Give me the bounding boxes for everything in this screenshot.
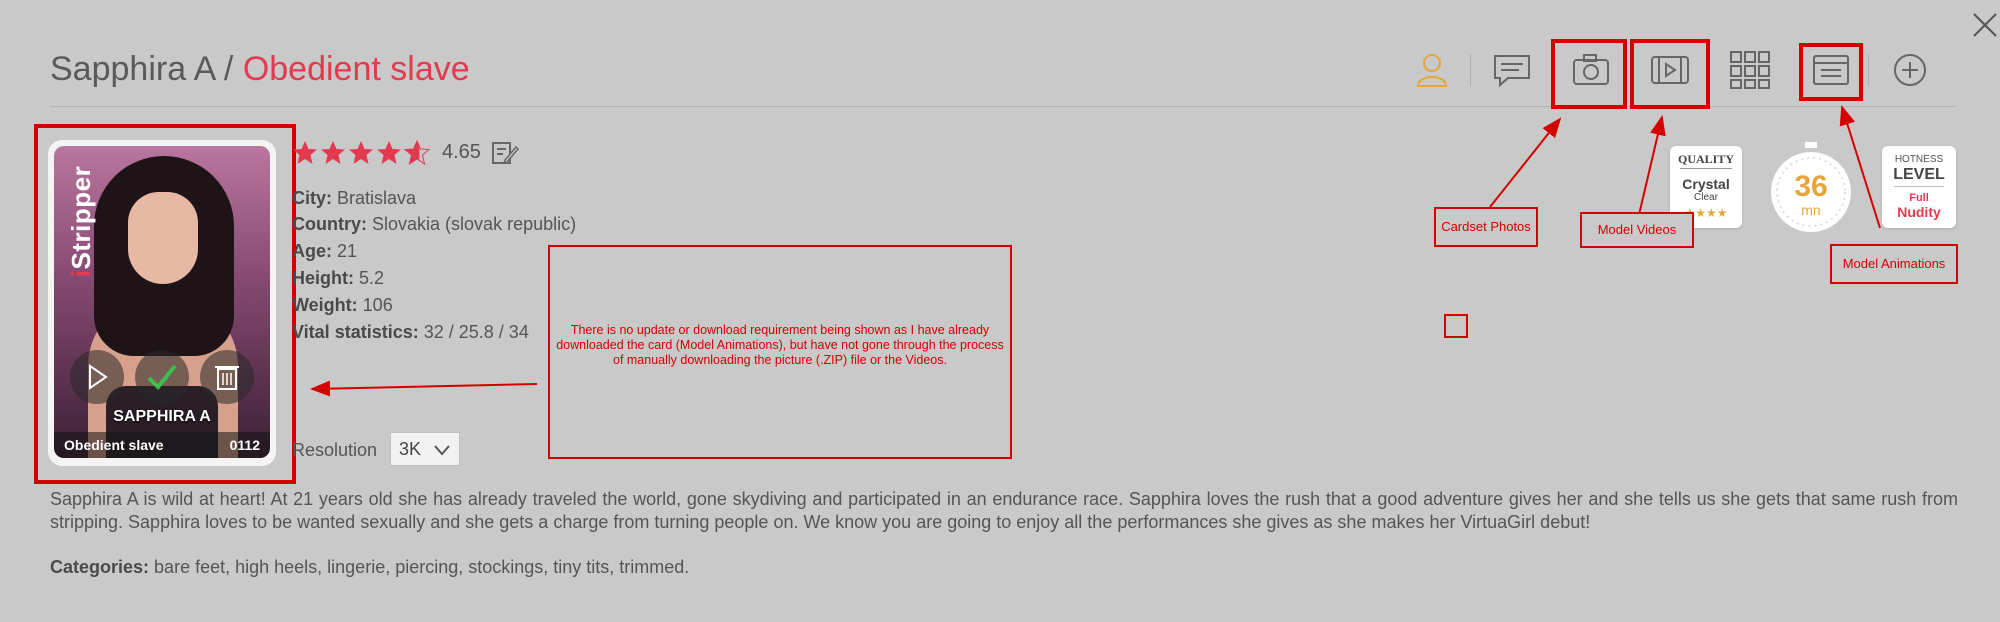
hotness-main: LEVEL bbox=[1893, 166, 1945, 183]
categories: Categories: bare feet, high heels, linge… bbox=[50, 557, 689, 578]
toolbar-separator bbox=[1868, 54, 1869, 86]
play-icon bbox=[89, 364, 108, 390]
city-value: Bratislava bbox=[337, 188, 417, 208]
delete-button[interactable] bbox=[200, 350, 254, 404]
quality-main: Crystal bbox=[1682, 176, 1730, 192]
card-photo: iStripper SAPPHIRA A Obedient slave 0112 bbox=[54, 146, 270, 458]
resolution-select[interactable]: 3K bbox=[390, 432, 460, 466]
chat-icon[interactable] bbox=[1490, 48, 1534, 92]
annotation-note-box: There is no update or download requireme… bbox=[548, 245, 1012, 459]
country-label: Country: bbox=[292, 214, 367, 234]
label-cardset-photos: Cardset Photos bbox=[1434, 207, 1538, 247]
vital-label: Vital statistics: bbox=[292, 322, 419, 342]
info-age: Age: 21 bbox=[292, 241, 357, 262]
duration-unit: mn bbox=[1801, 202, 1821, 218]
rating-stars bbox=[293, 140, 431, 166]
height-label: Height: bbox=[292, 268, 354, 288]
play-button[interactable] bbox=[70, 350, 124, 404]
hotness-badge: HOTNESS LEVEL Full Nudity bbox=[1882, 146, 1956, 228]
categories-label: Categories: bbox=[50, 557, 150, 577]
hotness-divider bbox=[1894, 186, 1944, 187]
card-brand: iStripper bbox=[66, 165, 97, 278]
rating-value: 4.65 bbox=[442, 141, 481, 163]
card-subtitle: Obedient slave bbox=[64, 437, 164, 453]
highlight-model-videos bbox=[1630, 39, 1710, 109]
title-separator: / bbox=[214, 50, 243, 88]
edit-rating-icon[interactable] bbox=[490, 139, 520, 167]
card-name: SAPPHIRA A bbox=[113, 408, 211, 425]
card-title: Obedient slave bbox=[242, 50, 470, 88]
info-vital: Vital statistics: 32 / 25.8 / 34 bbox=[292, 322, 529, 343]
add-icon[interactable] bbox=[1888, 48, 1932, 92]
highlight-cardset-photos bbox=[1551, 39, 1627, 109]
close-icon[interactable] bbox=[1970, 10, 2000, 40]
label-model-animations: Model Animations bbox=[1830, 244, 1958, 284]
hotness-top: HOTNESS bbox=[1894, 154, 1944, 165]
info-country: Country: Slovakia (slovak republic) bbox=[292, 214, 576, 235]
annotation-marker bbox=[1444, 314, 1468, 338]
trash-icon bbox=[215, 366, 239, 390]
vital-value: 32 / 25.8 / 34 bbox=[423, 322, 529, 342]
check-icon bbox=[147, 364, 177, 390]
info-height: Height: 5.2 bbox=[292, 268, 384, 289]
model-description: Sapphira A is wild at heart! At 21 years… bbox=[50, 489, 1958, 532]
label-model-videos: Model Videos bbox=[1580, 212, 1694, 248]
resolution-label: Resolution bbox=[292, 440, 378, 460]
categories-value: bare feet, high heels, lingerie, piercin… bbox=[154, 557, 690, 577]
chevron-down-icon bbox=[434, 445, 450, 456]
card-footer: Obedient slave 0112 bbox=[54, 432, 270, 458]
card-number: 0112 bbox=[229, 437, 260, 453]
hotness-sub2: Nudity bbox=[1897, 204, 1941, 220]
model-name: Sapphira A bbox=[50, 50, 215, 88]
profile-icon[interactable] bbox=[1410, 48, 1454, 92]
height-value: 5.2 bbox=[359, 268, 385, 288]
resolution-value: 3K bbox=[399, 439, 422, 459]
info-weight: Weight: 106 bbox=[292, 295, 393, 316]
duration-badge: 36 mn bbox=[1768, 142, 1854, 234]
select-button[interactable] bbox=[135, 350, 189, 404]
highlight-model-animations bbox=[1799, 43, 1863, 101]
annotation-note-text: There is no update or download requireme… bbox=[556, 323, 1004, 367]
hotness-sub1: Full bbox=[1909, 192, 1929, 204]
card-figure-face bbox=[128, 192, 198, 284]
quality-top: QUALITY bbox=[1677, 152, 1734, 166]
grid-icon[interactable] bbox=[1728, 48, 1772, 92]
quality-sub: Clear bbox=[1694, 192, 1718, 203]
toolbar-separator bbox=[1470, 54, 1471, 86]
quality-divider bbox=[1680, 168, 1732, 169]
age-value: 21 bbox=[337, 241, 358, 261]
age-label: Age: bbox=[292, 241, 332, 261]
country-value: Slovakia (slovak republic) bbox=[372, 214, 577, 234]
weight-label: Weight: bbox=[292, 295, 358, 315]
model-card[interactable]: iStripper SAPPHIRA A Obedient slave 0112 bbox=[48, 140, 276, 466]
city-label: City: bbox=[292, 188, 332, 208]
duration-value: 36 bbox=[1794, 170, 1828, 203]
page-title: Sapphira A / Obedient slave bbox=[50, 50, 470, 89]
weight-value: 106 bbox=[362, 295, 393, 315]
info-city: City: Bratislava bbox=[292, 188, 416, 209]
